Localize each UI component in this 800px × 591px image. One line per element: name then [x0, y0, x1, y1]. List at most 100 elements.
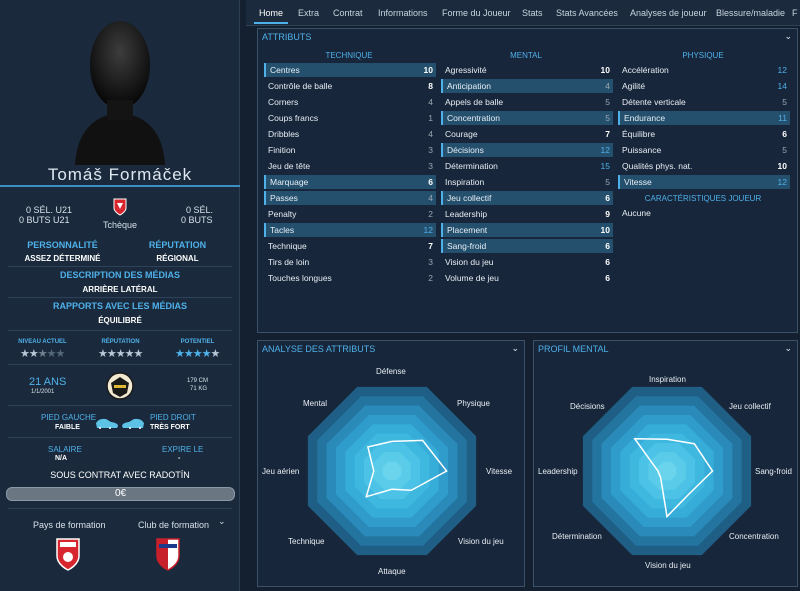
attribute-row[interactable]: Inspiration 5 [441, 175, 613, 189]
tab-home[interactable]: Home [259, 8, 283, 18]
radar-axis-label: Défense [376, 367, 406, 376]
right-foot-label: PIED DROIT [150, 413, 196, 422]
attribute-row[interactable]: Décisions 12 [441, 143, 613, 157]
attribute-value: 14 [777, 81, 787, 91]
tab-stats[interactable]: Stats [522, 8, 543, 18]
attribute-name: Inspiration [445, 177, 485, 187]
contract-expiry-value: - [178, 455, 181, 462]
attribute-row[interactable]: Courage 7 [441, 127, 613, 141]
player-age: 21 ANS [29, 376, 67, 388]
attribute-name: Marquage [270, 177, 309, 187]
attribute-name: Technique [268, 241, 307, 251]
radar-axis-label: Mental [303, 399, 328, 408]
national-team-crest-icon[interactable] [113, 198, 127, 216]
player-traits-header: CARACTÉRISTIQUES JOUEUR [644, 194, 762, 203]
attribute-row[interactable]: Puissance 5 [618, 143, 790, 157]
attribute-name: Vision du jeu [445, 257, 494, 267]
attribute-analysis-radar [307, 386, 477, 556]
current-ability-label: NIVEAU ACTUEL [18, 339, 67, 345]
attribute-row[interactable]: Tirs de loin 3 [264, 255, 436, 269]
potential-label: POTENTIEL [180, 339, 215, 345]
attribute-name: Agilité [622, 81, 646, 91]
attribute-value: 12 [600, 145, 610, 155]
attribute-value: 12 [423, 225, 433, 235]
attribute-value: 4 [428, 97, 433, 107]
reputation-label: RÉPUTATION [148, 240, 207, 250]
chevron-down-icon[interactable]: ⌄ [218, 516, 226, 527]
attribute-row[interactable]: Accélération 12 [618, 63, 790, 77]
attribute-row[interactable]: Marquage 6 [264, 175, 436, 189]
attribute-value: 6 [782, 129, 787, 139]
left-foot-value: FAIBLE [55, 424, 80, 431]
attribute-row[interactable]: Passes 4 [264, 191, 436, 205]
attribute-value: 5 [782, 97, 787, 107]
date-of-birth: 1/1/2001 [31, 389, 55, 395]
attribute-row[interactable]: Anticipation 4 [441, 79, 613, 93]
attribute-row[interactable]: Jeu collectif 6 [441, 191, 613, 205]
salary-label: SALAIRE [48, 445, 82, 454]
attribute-row[interactable]: Leadership 9 [441, 207, 613, 221]
left-boot-icon [96, 418, 118, 429]
attribute-row[interactable]: Appels de balle 5 [441, 95, 613, 109]
attribute-row[interactable]: Vitesse 12 [618, 175, 790, 189]
attribute-value: 10 [423, 65, 433, 75]
attribute-row[interactable]: Finition 3 [264, 143, 436, 157]
attribute-row[interactable]: Technique 7 [264, 239, 436, 253]
attribute-row[interactable]: Dribbles 4 [264, 127, 436, 141]
attribute-row[interactable]: Centres 10 [264, 63, 436, 77]
tab-player-form[interactable]: Forme du Joueur [442, 8, 511, 18]
attribute-row[interactable]: Volume de jeu 6 [441, 271, 613, 285]
attribute-name: Équilibre [622, 129, 656, 139]
attribute-row[interactable]: Vision du jeu 6 [441, 255, 613, 269]
media-relations-label: RAPPORTS AVEC LES MÉDIAS [52, 301, 187, 311]
attribute-row[interactable]: Équilibre 6 [618, 127, 790, 141]
attribute-row[interactable]: Concentration 5 [441, 111, 613, 125]
tab-extra[interactable]: Extra [298, 8, 319, 18]
attribute-value: 3 [428, 145, 433, 155]
attribute-row[interactable]: Sang-froid 6 [441, 239, 613, 253]
club-crest-icon[interactable] [105, 371, 135, 401]
tab-information[interactable]: Informations [378, 8, 428, 18]
attribute-value: 5 [605, 177, 610, 187]
tab-advanced-stats[interactable]: Stats Avancées [556, 8, 618, 18]
attribute-value: 3 [428, 161, 433, 171]
training-club-crest-icon[interactable] [155, 536, 181, 572]
tab-injury[interactable]: Blessure/maladie [716, 8, 785, 18]
player-silhouette-icon [75, 21, 165, 165]
attribute-row[interactable]: Détermination 15 [441, 159, 613, 173]
attribute-value: 6 [428, 177, 433, 187]
nationality[interactable]: Tchèque [0, 220, 240, 230]
tab-contract[interactable]: Contrat [333, 8, 363, 18]
attribute-row[interactable]: Endurance 11 [618, 111, 790, 125]
potential-stars: ★★★★★ [175, 348, 220, 360]
attribute-value: 6 [605, 273, 610, 283]
attribute-name: Dribbles [268, 129, 300, 139]
attribute-row[interactable]: Agilité 14 [618, 79, 790, 93]
attribute-name: Tirs de loin [268, 257, 310, 267]
radar-axis-label: Inspiration [649, 375, 686, 384]
wage-input[interactable]: 0€ [6, 487, 235, 501]
chevron-down-icon[interactable]: ⌄ [784, 31, 792, 42]
attribute-row[interactable]: Penalty 2 [264, 207, 436, 221]
attribute-row[interactable]: Jeu de tête 3 [264, 159, 436, 173]
attribute-row[interactable]: Touches longues 2 [264, 271, 436, 285]
attribute-row[interactable]: Tacles 12 [264, 223, 436, 237]
attribute-row[interactable]: Placement 10 [441, 223, 613, 237]
attribute-row[interactable]: Qualités phys. nat. 10 [618, 159, 790, 173]
attribute-row[interactable]: Corners 4 [264, 95, 436, 109]
tab-player-analysis[interactable]: Analyses de joueur [630, 8, 707, 18]
attribute-row[interactable]: Agressivité 10 [441, 63, 613, 77]
attribute-value: 2 [428, 209, 433, 219]
attribute-value: 3 [428, 257, 433, 267]
training-country-crest-icon[interactable] [55, 536, 81, 572]
attribute-row[interactable]: Détente verticale 5 [618, 95, 790, 109]
attribute-value: 5 [782, 145, 787, 155]
player-profile-sidebar: Tomáš Formáček 0 SÉL. U21 0 BUTS U21 0 S… [0, 0, 240, 591]
attribute-row[interactable]: Coups francs 1 [264, 111, 436, 125]
attribute-name: Détermination [445, 161, 498, 171]
attribute-value: 15 [600, 161, 610, 171]
attribute-name: Placement [447, 225, 488, 235]
tab-overflow[interactable]: F [792, 8, 798, 18]
divider [8, 437, 232, 438]
attribute-row[interactable]: Contrôle de balle 8 [264, 79, 436, 93]
